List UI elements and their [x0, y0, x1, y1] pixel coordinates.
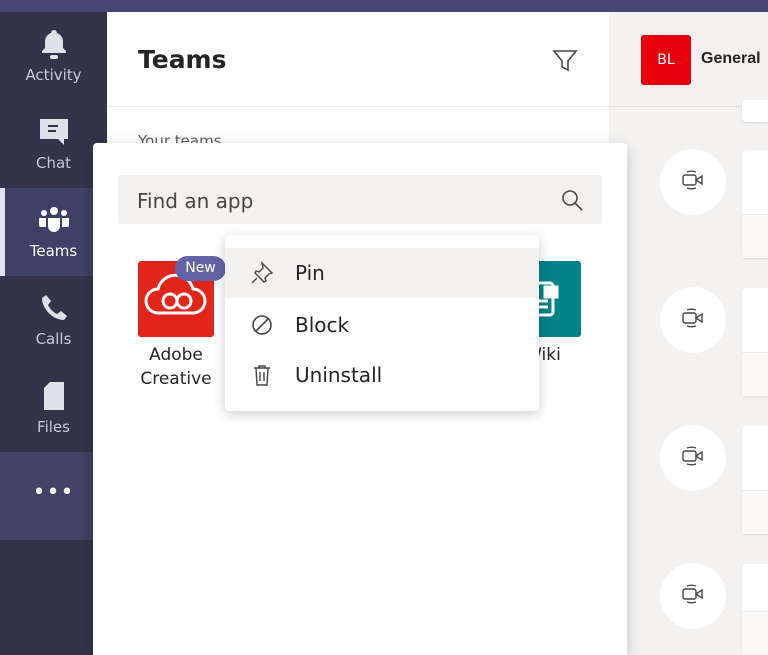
trash-icon	[249, 363, 275, 387]
rail-item-teams[interactable]: Teams	[0, 188, 107, 276]
app-label: Adobe Creative	[128, 343, 224, 391]
menu-item-uninstall[interactable]: Uninstall	[225, 350, 539, 400]
page-title: Teams	[138, 45, 227, 74]
rail-item-calls[interactable]: Calls	[0, 276, 107, 364]
message-card	[742, 288, 768, 396]
message-card	[742, 426, 768, 534]
menu-item-label: Pin	[295, 261, 325, 285]
channel-title: General	[701, 50, 761, 67]
message-card	[742, 100, 768, 122]
file-icon	[38, 380, 70, 412]
rail-label: Chat	[35, 154, 72, 172]
rail-label: Teams	[29, 242, 78, 260]
menu-item-label: Block	[295, 313, 350, 337]
rail-item-more[interactable]: •••	[0, 452, 107, 540]
top-bar	[0, 0, 768, 12]
team-avatar: BL	[641, 35, 691, 85]
rail-label: Calls	[35, 330, 72, 348]
block-icon	[249, 313, 275, 337]
rail-label: Activity	[25, 66, 82, 84]
rail-label: Files	[37, 418, 70, 436]
meeting-button[interactable]	[660, 149, 726, 215]
meeting-button[interactable]	[660, 563, 726, 629]
video-call-icon	[680, 305, 706, 335]
message-card	[742, 150, 768, 258]
new-badge: New	[175, 256, 226, 281]
find-app-input[interactable]: Find an app	[118, 175, 602, 224]
creative-cloud-icon	[138, 273, 214, 341]
bell-icon	[38, 28, 70, 60]
pin-icon	[249, 261, 275, 285]
menu-item-block[interactable]: Block	[225, 300, 539, 350]
video-call-icon	[680, 581, 706, 611]
rail-item-chat[interactable]: Chat	[0, 100, 107, 188]
chat-icon	[38, 116, 70, 148]
app-rail: Activity Chat Teams Calls Files •••	[0, 12, 107, 655]
meeting-button[interactable]	[660, 425, 726, 491]
rail-item-files[interactable]: Files	[0, 364, 107, 452]
video-call-icon	[680, 167, 706, 197]
panel-header: Teams	[107, 12, 609, 107]
channel-header: BL General	[609, 12, 768, 107]
meeting-button[interactable]	[660, 287, 726, 353]
more-icon: •••	[32, 480, 75, 505]
filter-icon[interactable]	[551, 47, 579, 79]
teams-icon	[38, 204, 70, 236]
app-label-line: Creative	[140, 369, 212, 389]
app-context-menu: Pin Block Uninstall	[225, 235, 539, 411]
app-label-line: Adobe	[149, 345, 203, 365]
rail-item-activity[interactable]: Activity	[0, 12, 107, 100]
phone-icon	[38, 292, 70, 324]
video-call-icon	[680, 443, 706, 473]
menu-item-label: Uninstall	[295, 363, 383, 387]
menu-item-pin[interactable]: Pin	[225, 248, 539, 298]
search-placeholder: Find an app	[137, 189, 254, 213]
search-icon[interactable]	[560, 188, 584, 217]
message-card	[742, 564, 768, 655]
